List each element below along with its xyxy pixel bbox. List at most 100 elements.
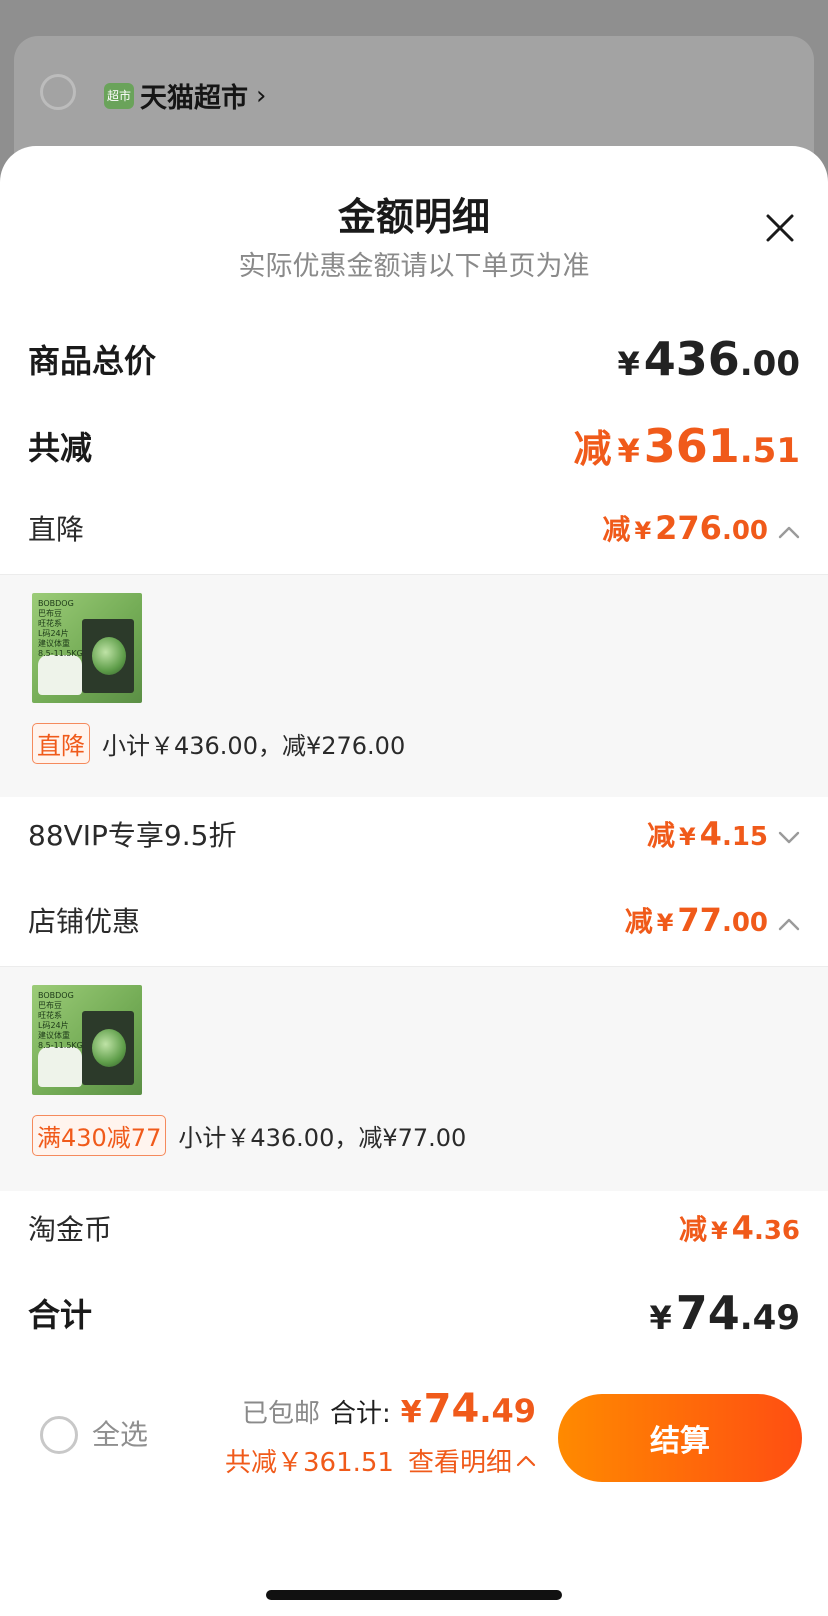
product-pack-shape bbox=[38, 655, 82, 695]
vip-discount-row[interactable]: 88VIP专享9.5折 减 ¥ 4 .15 bbox=[28, 814, 800, 854]
product-text-line: 8.5-11.5KG bbox=[38, 649, 83, 658]
product-text-line: 建议体重 bbox=[38, 639, 70, 648]
store-discount-summary: 满430减77 小计￥436.00，减¥77.00 bbox=[32, 1115, 466, 1156]
direct-reduce-summary: 直降 小计￥436.00，减¥276.00 bbox=[32, 723, 405, 764]
chevron-up-icon[interactable] bbox=[778, 917, 800, 931]
product-text-line: 巴布豆 bbox=[38, 1001, 62, 1010]
direct-reduce-label: 直降 bbox=[28, 513, 85, 546]
product-thumbnail[interactable]: BOBDOG 巴布豆 旺花系 L码24片 建议体重 8.5-11.5KG bbox=[32, 593, 142, 703]
product-text-line: 巴布豆 bbox=[38, 609, 62, 618]
currency-symbol: ¥ bbox=[400, 1395, 422, 1430]
view-detail-link[interactable]: 共减￥361.51 查看明细 bbox=[225, 1442, 536, 1479]
store-header[interactable]: 超市 天猫超市 › bbox=[104, 76, 266, 115]
select-all-label[interactable]: 全选 bbox=[92, 1416, 148, 1454]
grand-total-amount: ¥ 74 .49 bbox=[649, 1286, 800, 1340]
store-select-checkbox[interactable] bbox=[40, 74, 76, 110]
coins-label: 淘金币 bbox=[28, 1213, 113, 1246]
product-text-line: 8.5-11.5KG bbox=[38, 1041, 83, 1050]
store-logo: 超市 bbox=[104, 82, 134, 109]
amount-decimal: .00 bbox=[739, 344, 800, 384]
store-discount-amount: 减 ¥ 77 .00 bbox=[625, 900, 800, 940]
reduce-prefix: 减 bbox=[602, 513, 631, 546]
sheet-title: 金额明细 bbox=[337, 195, 490, 239]
grand-total-label: 合计 bbox=[28, 1296, 93, 1334]
chevron-up-icon[interactable] bbox=[778, 525, 800, 539]
total-price-amount: ¥ 436 .00 bbox=[617, 332, 800, 386]
amount-decimal: .00 bbox=[721, 516, 768, 546]
currency-symbol: ¥ bbox=[617, 432, 640, 470]
product-text-line: BOBDOG bbox=[38, 991, 74, 1000]
amount-integer: 77 bbox=[677, 901, 722, 939]
product-text-line: 旺花系 bbox=[38, 619, 62, 628]
promo-tag: 直降 bbox=[32, 723, 90, 764]
currency-symbol: ¥ bbox=[634, 517, 652, 545]
vip-discount-amount: 减 ¥ 4 .15 bbox=[647, 814, 800, 854]
direct-reduce-detail: BOBDOG 巴布豆 旺花系 L码24片 建议体重 8.5-11.5KG 直降 … bbox=[0, 574, 828, 797]
total-reduce-amount: 减 ¥ 361 .51 bbox=[573, 418, 800, 473]
select-all-checkbox[interactable] bbox=[40, 1416, 78, 1454]
amount-integer: 4 bbox=[731, 1209, 754, 1247]
amount-integer: 74 bbox=[423, 1386, 480, 1432]
sum-label: 合计: bbox=[330, 1399, 391, 1429]
product-text-line: BOBDOG bbox=[38, 599, 74, 608]
reduce-prefix: 减 bbox=[678, 1213, 707, 1246]
coins-row: 淘金币 减 ¥ 4 .36 bbox=[28, 1208, 800, 1248]
chevron-up-icon bbox=[516, 1455, 536, 1466]
product-thumbnail[interactable]: BOBDOG 巴布豆 旺花系 L码24片 建议体重 8.5-11.5KG bbox=[32, 985, 142, 1095]
product-text-line: 建议体重 bbox=[38, 1031, 70, 1040]
store-name: 天猫超市 bbox=[140, 83, 248, 114]
currency-symbol: ¥ bbox=[678, 823, 696, 851]
amount-decimal: .00 bbox=[721, 908, 768, 938]
product-text-line: L码24片 bbox=[38, 629, 69, 638]
amount-integer: 4 bbox=[699, 815, 722, 853]
amount-integer: 74 bbox=[675, 1286, 740, 1340]
product-image-text: BOBDOG 巴布豆 旺花系 L码24片 建议体重 8.5-11.5KG bbox=[38, 991, 98, 1051]
total-reduce-row: 共减 减 ¥ 361 .51 bbox=[28, 418, 800, 473]
coins-amount: 减 ¥ 4 .36 bbox=[679, 1208, 800, 1248]
vip-discount-label: 88VIP专享9.5折 bbox=[28, 819, 237, 852]
chevron-down-icon[interactable] bbox=[778, 831, 800, 845]
view-detail-toggle[interactable]: 查看明细 bbox=[408, 1442, 536, 1479]
direct-reduce-amount: 减 ¥ 276 .00 bbox=[602, 508, 800, 548]
amount-detail-sheet: 金额明细 实际优惠金额请以下单页为准 商品总价 ¥ 436 .00 共减 减 ¥… bbox=[0, 146, 828, 1616]
amount-decimal: .49 bbox=[739, 1298, 800, 1338]
sum-amount: ¥ 74 .49 bbox=[401, 1386, 536, 1432]
product-text-line: 旺花系 bbox=[38, 1011, 62, 1020]
summary-total: 已包邮 合计: ¥ 74 .49 bbox=[242, 1386, 536, 1432]
amount-integer: 361 bbox=[643, 419, 740, 473]
chevron-right-icon: › bbox=[256, 80, 267, 111]
subtotal-text: 小计￥436.00，减¥77.00 bbox=[178, 1124, 467, 1152]
currency-symbol: ¥ bbox=[710, 1217, 728, 1245]
total-price-row: 商品总价 ¥ 436 .00 bbox=[28, 332, 800, 386]
checkout-button[interactable]: 结算 bbox=[558, 1394, 802, 1482]
total-reduce-label: 共减 bbox=[28, 428, 93, 467]
promo-tag: 满430减77 bbox=[32, 1115, 167, 1156]
subtotal-text: 小计￥436.00，减¥276.00 bbox=[102, 732, 406, 760]
reduce-prefix: 减 bbox=[646, 819, 675, 852]
close-icon bbox=[766, 214, 794, 242]
currency-symbol: ¥ bbox=[649, 1299, 672, 1337]
store-discount-label: 店铺优惠 bbox=[28, 905, 141, 938]
sheet-subtitle: 实际优惠金额请以下单页为准 bbox=[238, 251, 590, 282]
direct-reduce-row[interactable]: 直降 减 ¥ 276 .00 bbox=[28, 508, 800, 548]
currency-symbol: ¥ bbox=[617, 345, 640, 383]
amount-integer: 436 bbox=[643, 332, 740, 386]
amount-decimal: .51 bbox=[739, 431, 800, 471]
store-discount-detail: BOBDOG 巴布豆 旺花系 L码24片 建议体重 8.5-11.5KG 满43… bbox=[0, 966, 828, 1191]
store-discount-row[interactable]: 店铺优惠 减 ¥ 77 .00 bbox=[28, 900, 800, 940]
amount-integer: 276 bbox=[655, 509, 722, 547]
product-pack-shape bbox=[38, 1047, 82, 1087]
total-price-label: 商品总价 bbox=[28, 342, 157, 380]
grand-total-row: 合计 ¥ 74 .49 bbox=[28, 1286, 800, 1340]
view-detail-label: 查看明细 bbox=[407, 1448, 512, 1478]
amount-decimal: .36 bbox=[753, 1216, 800, 1246]
reduce-prefix: 减 bbox=[573, 427, 612, 471]
close-button[interactable] bbox=[760, 208, 800, 248]
home-indicator bbox=[266, 1590, 562, 1600]
total-reduce-text: 共减￥361.51 bbox=[225, 1448, 394, 1478]
product-image-text: BOBDOG 巴布豆 旺花系 L码24片 建议体重 8.5-11.5KG bbox=[38, 599, 98, 659]
amount-decimal: .49 bbox=[479, 1392, 536, 1430]
free-shipping-label: 已包邮 bbox=[241, 1399, 320, 1429]
product-text-line: L码24片 bbox=[38, 1021, 69, 1030]
amount-decimal: .15 bbox=[721, 822, 768, 852]
